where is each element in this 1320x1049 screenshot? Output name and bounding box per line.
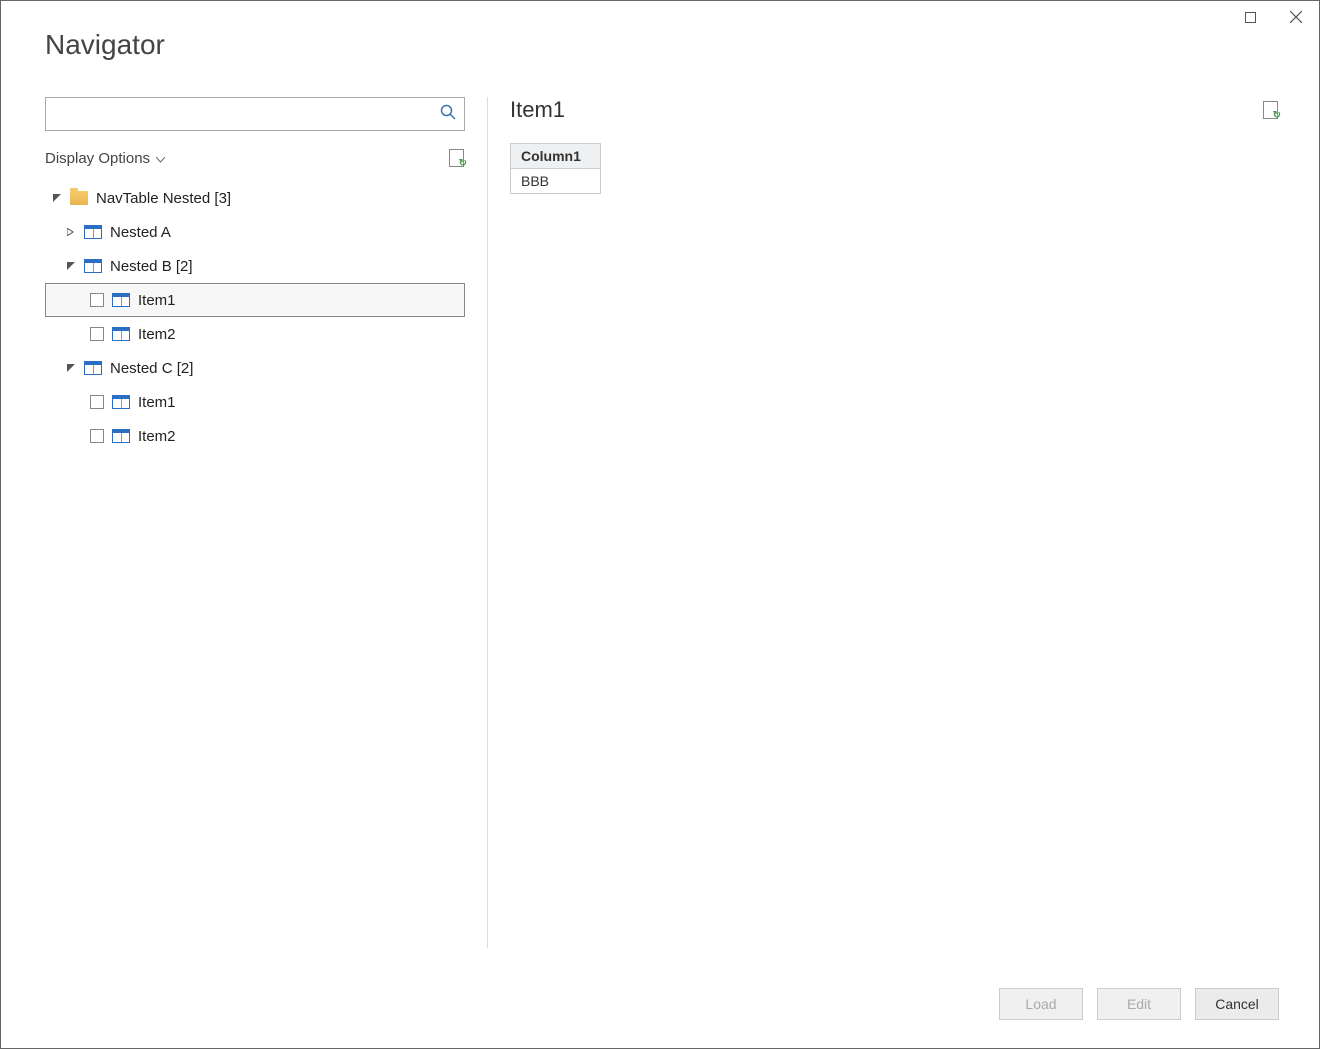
table-icon: [84, 225, 102, 239]
window-title: Navigator: [45, 29, 165, 61]
checkbox[interactable]: [90, 429, 104, 443]
load-button[interactable]: Load: [999, 988, 1083, 1020]
footer-buttons: Load Edit Cancel: [999, 988, 1279, 1020]
tree-label: Item1: [138, 394, 176, 411]
table-row[interactable]: BBB: [511, 169, 601, 194]
display-options-dropdown[interactable]: Display Options: [45, 150, 165, 167]
navigator-tree: NavTable Nested [3] Nested A Nested B [2…: [45, 181, 465, 453]
tree-label: Nested A: [110, 224, 171, 241]
tree-root-navtable[interactable]: NavTable Nested [3]: [45, 181, 465, 215]
file-refresh-icon: [449, 149, 465, 167]
table-icon: [84, 259, 102, 273]
expander-collapse-icon[interactable]: [66, 363, 76, 373]
divider: [487, 97, 488, 948]
table-icon: [84, 361, 102, 375]
table-cell: BBB: [511, 169, 601, 194]
expander-expand-icon[interactable]: [66, 227, 76, 237]
chevron-down-icon: [156, 150, 165, 167]
cancel-button[interactable]: Cancel: [1195, 988, 1279, 1020]
checkbox[interactable]: [90, 395, 104, 409]
checkbox[interactable]: [90, 293, 104, 307]
expander-collapse-icon[interactable]: [52, 193, 62, 203]
display-options-label: Display Options: [45, 150, 150, 167]
tree-item-nested-a[interactable]: Nested A: [45, 215, 465, 249]
table-icon: [112, 293, 130, 307]
tree-item-nested-c[interactable]: Nested C [2]: [45, 351, 465, 385]
column-header[interactable]: Column1: [511, 144, 601, 169]
tree-label: Nested B [2]: [110, 258, 193, 275]
search-input[interactable]: [54, 106, 440, 123]
tree-label: Item1: [138, 292, 176, 309]
search-icon[interactable]: [440, 104, 456, 125]
table-icon: [112, 327, 130, 341]
folder-icon: [70, 191, 88, 205]
table-icon: [112, 395, 130, 409]
tree-label: Item2: [138, 326, 176, 343]
preview-title: Item1: [510, 97, 565, 123]
navigator-pane: Display Options NavTable Nested [3]: [45, 97, 465, 948]
tree-item-nested-b-item1[interactable]: Item1: [45, 283, 465, 317]
table-icon: [112, 429, 130, 443]
file-refresh-icon: [1263, 101, 1279, 119]
preview-table: Column1 BBB: [510, 143, 601, 194]
preview-pane: Item1 Column1 BBB: [510, 97, 1279, 948]
edit-button[interactable]: Edit: [1097, 988, 1181, 1020]
search-box[interactable]: [45, 97, 465, 131]
refresh-button[interactable]: [449, 149, 465, 167]
close-button[interactable]: [1273, 1, 1319, 33]
tree-label: Item2: [138, 428, 176, 445]
tree-item-nested-b[interactable]: Nested B [2]: [45, 249, 465, 283]
tree-label: Nested C [2]: [110, 360, 193, 377]
preview-refresh-button[interactable]: [1263, 101, 1279, 119]
checkbox[interactable]: [90, 327, 104, 341]
maximize-button[interactable]: [1227, 1, 1273, 33]
tree-label: NavTable Nested [3]: [96, 190, 231, 207]
expander-collapse-icon[interactable]: [66, 261, 76, 271]
tree-item-nested-c-item2[interactable]: Item2: [45, 419, 465, 453]
tree-item-nested-b-item2[interactable]: Item2: [45, 317, 465, 351]
tree-item-nested-c-item1[interactable]: Item1: [45, 385, 465, 419]
